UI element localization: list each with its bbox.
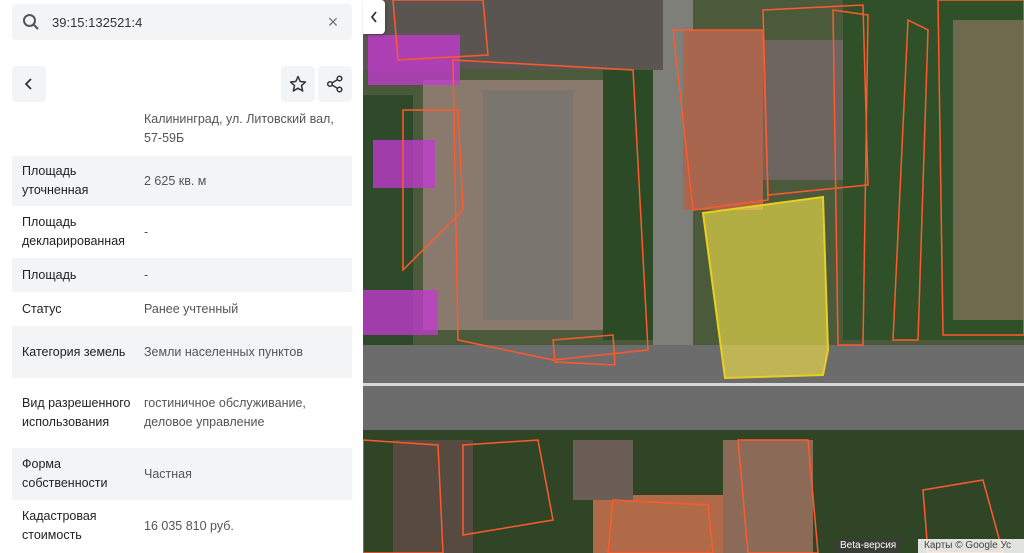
search-input[interactable]	[50, 13, 324, 31]
property-value: -	[144, 267, 149, 282]
property-row: Форма собственности Частная	[12, 448, 352, 500]
share-button[interactable]	[318, 66, 352, 102]
property-row: Площадь -	[12, 258, 352, 292]
property-list: Калининград, ул. Литовский вал, 57-59Б П…	[12, 104, 352, 552]
property-label: Статус	[22, 301, 62, 316]
map-attribution[interactable]: Карты © Google Ус	[918, 539, 1024, 553]
property-value: гостиничное обслуживание, деловое управл…	[144, 396, 306, 429]
toolbar	[12, 66, 352, 102]
property-value: 2 625 кв. м	[144, 173, 207, 188]
property-label: Кадастровая стоимость	[22, 509, 97, 542]
satellite-map[interactable]	[363, 0, 1024, 553]
info-panel: × Калининград, ул. Литовский вал,	[0, 0, 363, 553]
back-button[interactable]	[12, 66, 46, 102]
property-label: Вид разрешенного использования	[22, 396, 131, 429]
property-label: Площадь уточненная	[22, 164, 89, 197]
property-label: Площадь	[22, 267, 77, 282]
property-value: Частная	[144, 466, 192, 481]
collapse-panel-button[interactable]	[363, 0, 385, 34]
property-value: 16 035 810 руб.	[144, 518, 234, 533]
clear-icon[interactable]: ×	[324, 13, 342, 31]
property-row: Категория земель Земли населенных пункто…	[12, 326, 352, 378]
property-row: Площадь декларированная -	[12, 206, 352, 258]
star-icon	[289, 75, 307, 92]
search-icon	[23, 14, 39, 30]
back-icon	[24, 78, 32, 90]
beta-badge: Beta-версия	[836, 539, 901, 553]
property-value: Земли населенных пунктов	[144, 344, 303, 359]
map-canvas[interactable]	[363, 0, 1024, 553]
property-row: Статус Ранее учтенный	[12, 292, 352, 326]
parcel-other[interactable]	[368, 35, 460, 85]
address-value: Калининград, ул. Литовский вал, 57-59Б	[144, 112, 334, 145]
property-value: Ранее учтенный	[144, 301, 239, 316]
property-label: Форма собственности	[22, 457, 108, 490]
search-bar: ×	[12, 4, 352, 40]
property-label: Категория земель	[22, 344, 126, 359]
property-label: Площадь декларированная	[22, 215, 125, 248]
property-row: Вид разрешенного использования гостиничн…	[12, 378, 352, 448]
share-icon	[326, 75, 343, 93]
property-row: Площадь уточненная 2 625 кв. м	[12, 156, 352, 206]
chevron-left-icon	[370, 11, 377, 23]
favorite-button[interactable]	[281, 66, 315, 102]
parcel-other[interactable]	[373, 140, 435, 188]
address-row: Калининград, ул. Литовский вал, 57-59Б	[12, 104, 352, 156]
property-row: Кадастровая стоимость 16 035 810 руб.	[12, 500, 352, 552]
selected-parcel[interactable]	[701, 195, 830, 380]
property-value: -	[144, 224, 149, 239]
parcel-other[interactable]	[363, 290, 438, 335]
